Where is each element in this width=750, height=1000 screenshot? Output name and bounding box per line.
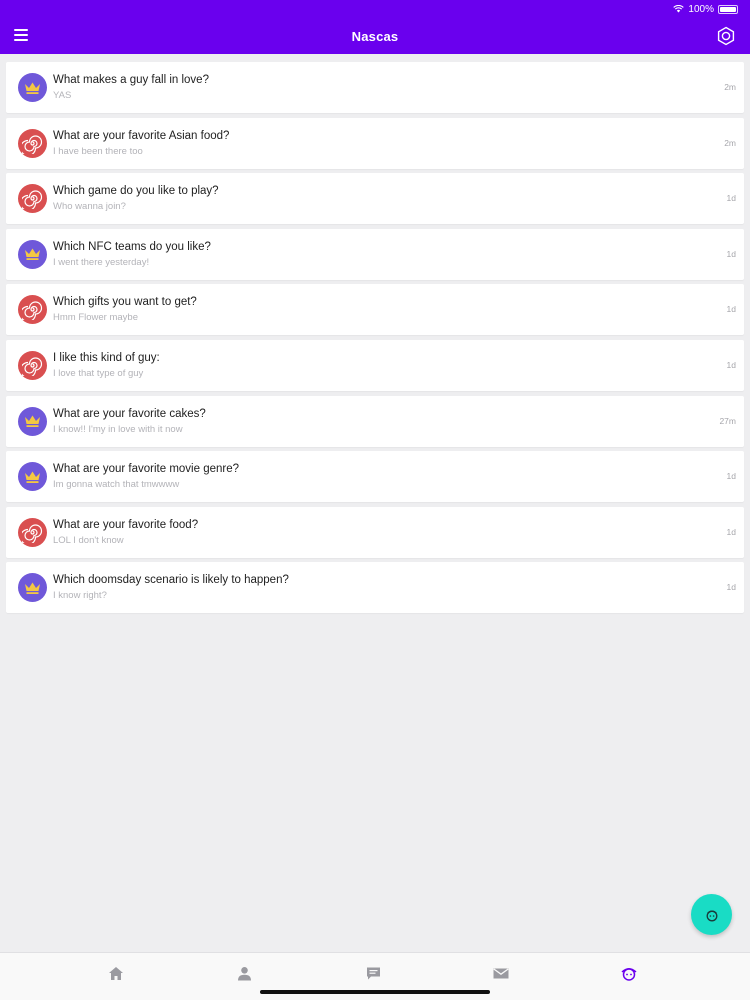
list-item[interactable]: Which NFC teams do you like? I went ther… (6, 228, 744, 280)
list-item[interactable]: Which doomsday scenario is likely to hap… (6, 562, 744, 614)
battery-icon (718, 4, 738, 14)
list-item[interactable]: Which game do you like to play? Who wann… (6, 173, 744, 225)
face-icon (621, 967, 637, 981)
item-subtitle: Who wanna join? (53, 201, 126, 213)
list-item[interactable]: What are your favorite movie genre? Im g… (6, 451, 744, 503)
item-title: Which gifts you want to get? (53, 296, 197, 309)
spiral-icon (22, 301, 43, 321)
crown-icon (25, 471, 40, 483)
mail-icon (493, 967, 509, 978)
item-subtitle: I know right? (53, 590, 107, 602)
item-subtitle: LOL I don't know (53, 534, 124, 546)
avatar (18, 184, 47, 214)
crown-icon (25, 582, 40, 594)
tab-chat[interactable] (362, 963, 384, 983)
avatar (18, 295, 47, 325)
status-bar: 100% (0, 0, 750, 18)
tab-home[interactable] (105, 963, 127, 983)
item-title: Which NFC teams do you like? (53, 240, 211, 253)
home-icon (109, 966, 123, 980)
gear-icon (717, 26, 735, 46)
tab-face[interactable] (618, 963, 640, 983)
avatar (18, 406, 47, 436)
home-indicator (260, 990, 490, 994)
settings-button[interactable] (716, 26, 736, 46)
spiral-icon (22, 135, 43, 154)
list-item[interactable]: What are your favorite food? LOL I don't… (6, 506, 744, 558)
item-timestamp: 1d (726, 304, 736, 315)
spiral-icon (22, 524, 43, 543)
item-title: Which game do you like to play? (53, 185, 219, 198)
avatar (18, 517, 47, 547)
item-subtitle: YAS (53, 90, 72, 101)
wifi-icon (673, 5, 685, 13)
face-icon (706, 910, 717, 921)
item-title: What are your favorite Asian food? (53, 129, 230, 142)
item-subtitle: I love that type of guy (53, 367, 144, 379)
item-title: What makes a guy fall in love? (53, 74, 209, 86)
item-timestamp: 1d (726, 248, 736, 259)
item-timestamp: 1d (726, 193, 736, 204)
item-title: What are your favorite food? (53, 518, 199, 531)
avatar (18, 350, 47, 380)
new-post-button[interactable] (691, 894, 732, 935)
item-title: What are your favorite cakes? (53, 407, 206, 420)
item-subtitle: Hmm Flower maybe (53, 312, 138, 324)
avatar (18, 462, 47, 492)
menu-button[interactable] (14, 29, 28, 42)
crown-icon (25, 82, 40, 94)
item-title: Which doomsday scenario is likely to hap… (53, 574, 289, 587)
avatar (18, 128, 47, 158)
chat-icon (366, 967, 380, 979)
item-subtitle: Im gonna watch that tmwwww (53, 479, 180, 491)
item-timestamp: 1d (726, 526, 736, 537)
item-subtitle: I have been there too (53, 145, 143, 157)
item-timestamp: 1d (726, 471, 736, 482)
spiral-icon (22, 190, 43, 210)
item-title: I like this kind of guy: (53, 351, 160, 364)
avatar (18, 239, 47, 269)
menu-icon (14, 29, 28, 41)
page-title: Nascas (351, 28, 399, 44)
avatar (18, 73, 47, 102)
item-timestamp: 2m (724, 82, 736, 92)
list-item[interactable]: What makes a guy fall in love? YAS 2m (6, 62, 744, 113)
list-item[interactable]: I like this kind of guy: I love that typ… (6, 339, 744, 391)
crown-icon (25, 415, 40, 428)
header: Nascas (0, 18, 750, 54)
item-title: What are your favorite movie genre? (53, 463, 240, 476)
spiral-icon (22, 357, 43, 376)
list-item[interactable]: Which gifts you want to get? Hmm Flower … (6, 284, 744, 336)
avatar (18, 573, 47, 603)
battery-percent: 100% (688, 3, 714, 15)
user-icon (237, 966, 251, 980)
tab-profile[interactable] (233, 963, 255, 983)
item-subtitle: I went there yesterday! (53, 256, 150, 268)
question-list: What makes a guy fall in love? YAS 2m Wh… (6, 62, 744, 618)
item-timestamp: 1d (726, 359, 736, 370)
item-timestamp: 2m (724, 137, 736, 148)
item-timestamp: 27m (719, 415, 736, 426)
list-item[interactable]: What are your favorite cakes? I know!! I… (6, 395, 744, 447)
item-timestamp: 1d (726, 582, 736, 593)
crown-icon (25, 248, 40, 261)
list-item[interactable]: What are your favorite Asian food? I hav… (6, 117, 744, 169)
item-subtitle: I know!! I'my in love with it now (53, 423, 183, 435)
tab-mail[interactable] (490, 963, 512, 983)
